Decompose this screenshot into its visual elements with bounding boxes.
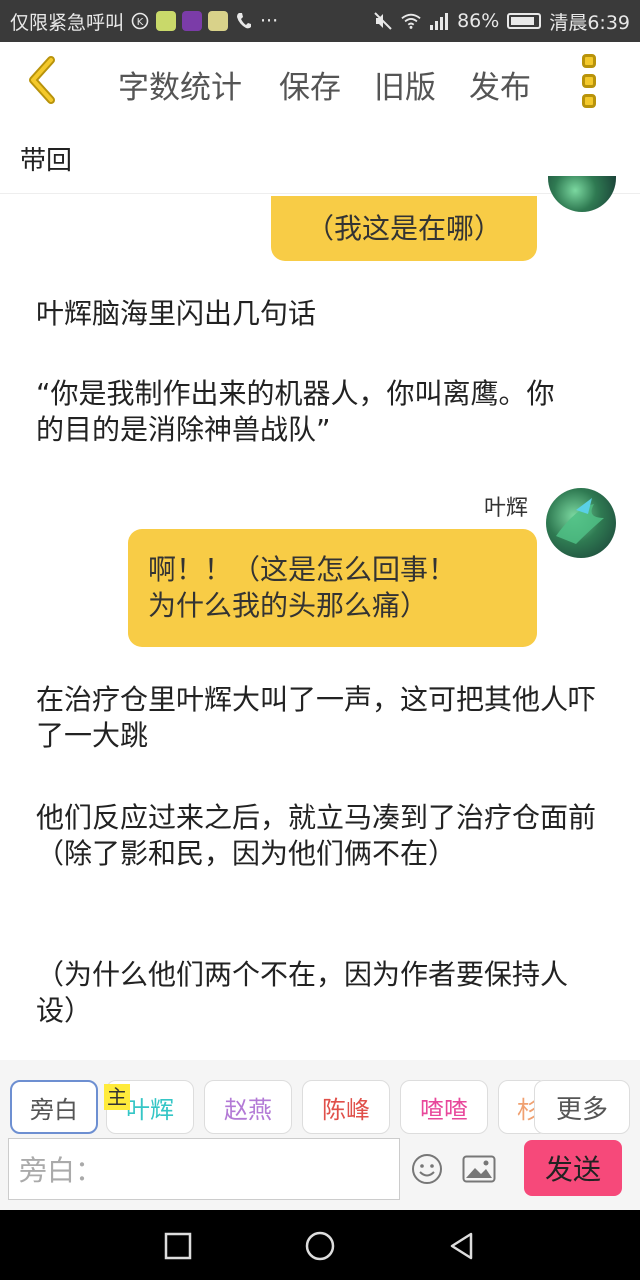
old-version-button[interactable]: 旧版	[374, 62, 436, 107]
send-button[interactable]: 发送	[524, 1140, 622, 1196]
header-divider	[0, 193, 640, 194]
composer: 旁白 叶辉 主 赵燕 陈峰 喳喳 杉 更多 旁白： 发送	[0, 1060, 640, 1210]
save-button[interactable]: 保存	[279, 62, 341, 107]
smiley-icon[interactable]	[410, 1152, 444, 1186]
speaker-name: 叶辉	[484, 496, 529, 521]
mute-icon	[373, 11, 393, 31]
word-count-button[interactable]: 字数统计	[118, 62, 242, 107]
page-subtitle: 带回	[20, 146, 73, 176]
more-vertical-icon[interactable]	[578, 54, 600, 108]
carrier-text: 仅限紧急呼叫	[10, 11, 125, 34]
app-icon-1	[156, 11, 177, 31]
k-circle-icon: K	[130, 11, 150, 31]
phone-icon	[234, 11, 254, 31]
svg-text:K: K	[137, 17, 144, 28]
square-icon[interactable]	[162, 1230, 194, 1262]
send-label: 发送	[544, 1153, 601, 1186]
main-character-badge: 主	[104, 1084, 130, 1110]
more-notifications: ···	[260, 10, 279, 32]
more-label: 更多	[555, 1094, 608, 1125]
chip-label: 叶辉	[126, 1095, 174, 1124]
narration-5: （为什么他们两个不在，因为作者要保持人设）	[36, 958, 569, 1027]
app-icon-2	[182, 11, 203, 31]
triangle-back-icon[interactable]	[446, 1230, 478, 1262]
avatar-yehui[interactable]	[546, 488, 616, 558]
character-chip-2[interactable]: 赵燕	[204, 1080, 292, 1134]
narration-4: 他们反应过来之后，就立马凑到了治疗仓面前（除了影和民，因为他们俩不在）	[36, 801, 597, 870]
publish-button[interactable]: 发布	[469, 62, 531, 107]
more-characters-button[interactable]: 更多	[534, 1080, 630, 1134]
narration-2: “你是我制作出来的机器人，你叫离鹰。你的目的是消除神兽战队”	[36, 377, 555, 446]
input-placeholder: 旁白：	[19, 1154, 104, 1187]
message-input[interactable]: 旁白：	[8, 1138, 400, 1200]
narration-3: 在治疗仓里叶辉大叫了一声，这可把其他人吓了一大跳	[36, 683, 597, 752]
bubble-line-1: 啊！！（这是怎么回事！	[148, 553, 457, 586]
image-icon[interactable]	[462, 1152, 496, 1186]
bubble-text: （我这是在哪）	[305, 211, 502, 245]
chip-label: 喳喳	[420, 1095, 468, 1124]
back-button[interactable]	[22, 54, 62, 110]
system-nav-bar	[0, 1210, 640, 1280]
character-chip-0[interactable]: 旁白	[10, 1080, 98, 1134]
character-chip-3[interactable]: 陈峰	[302, 1080, 390, 1134]
wifi-icon	[401, 11, 421, 31]
circle-icon[interactable]	[304, 1230, 336, 1262]
status-bar: 仅限紧急呼叫 K ··· 86% 清晨6:39	[0, 0, 640, 42]
chevron-left-icon	[25, 56, 59, 108]
avatar-top[interactable]	[548, 176, 616, 212]
chat-bubble-top: （我这是在哪）	[271, 196, 537, 261]
app-icon-3	[208, 11, 229, 31]
clock: 清晨6:39	[549, 11, 630, 34]
bubble-line-2: 为什么我的头那么痛）	[148, 589, 429, 622]
battery-icon	[507, 13, 542, 29]
chip-label: 陈峰	[322, 1095, 370, 1124]
chip-label: 旁白	[30, 1095, 78, 1124]
narration-1: 叶辉脑海里闪出几句话	[36, 297, 317, 330]
chip-label: 赵燕	[224, 1095, 272, 1124]
character-chip-4[interactable]: 喳喳	[400, 1080, 488, 1134]
app-header: 字数统计 保存 旧版 发布	[0, 42, 640, 126]
chat-bubble-main: 啊！！（这是怎么回事！ 为什么我的头那么痛）	[128, 529, 537, 647]
battery-percent: 86%	[457, 10, 500, 32]
signal-icon	[429, 11, 449, 31]
